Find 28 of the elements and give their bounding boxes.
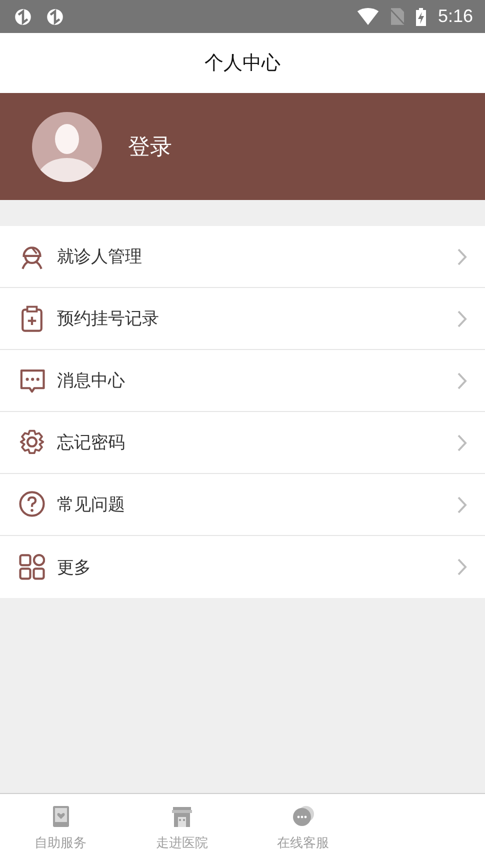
help-icon <box>19 491 45 518</box>
chevron-right-icon <box>457 372 467 390</box>
message-icon <box>19 367 45 394</box>
grid-icon <box>19 554 45 580</box>
menu-item[interactable]: 就诊人管理 <box>0 226 485 288</box>
no-sim-icon <box>390 8 404 25</box>
menu-item[interactable]: 消息中心 <box>0 350 485 412</box>
chevron-right-icon <box>457 434 467 452</box>
battery-charging-icon <box>416 8 426 26</box>
menu-item[interactable]: 更多 <box>0 536 485 598</box>
menu-item[interactable]: 常见问题 <box>0 474 485 536</box>
avatar-icon[interactable] <box>32 112 102 182</box>
wifi-icon <box>356 8 379 25</box>
login-link[interactable]: 登录 <box>128 132 172 162</box>
chevron-right-icon <box>457 558 467 576</box>
chat-bubble-icon <box>292 804 314 828</box>
chevron-right-icon <box>457 496 467 514</box>
storefront-icon <box>170 804 193 828</box>
chevron-right-icon <box>457 248 467 266</box>
menu-item[interactable]: 忘记密码 <box>0 412 485 474</box>
sync-icon <box>14 8 32 26</box>
clipboard-icon <box>19 305 45 332</box>
sync-icon <box>46 8 64 26</box>
clock-time: 5:16 <box>438 6 473 27</box>
settings-icon <box>19 429 45 456</box>
page-title: 个人中心 <box>204 51 280 76</box>
menu-item[interactable]: 预约挂号记录 <box>0 288 485 350</box>
chevron-right-icon <box>457 310 467 328</box>
